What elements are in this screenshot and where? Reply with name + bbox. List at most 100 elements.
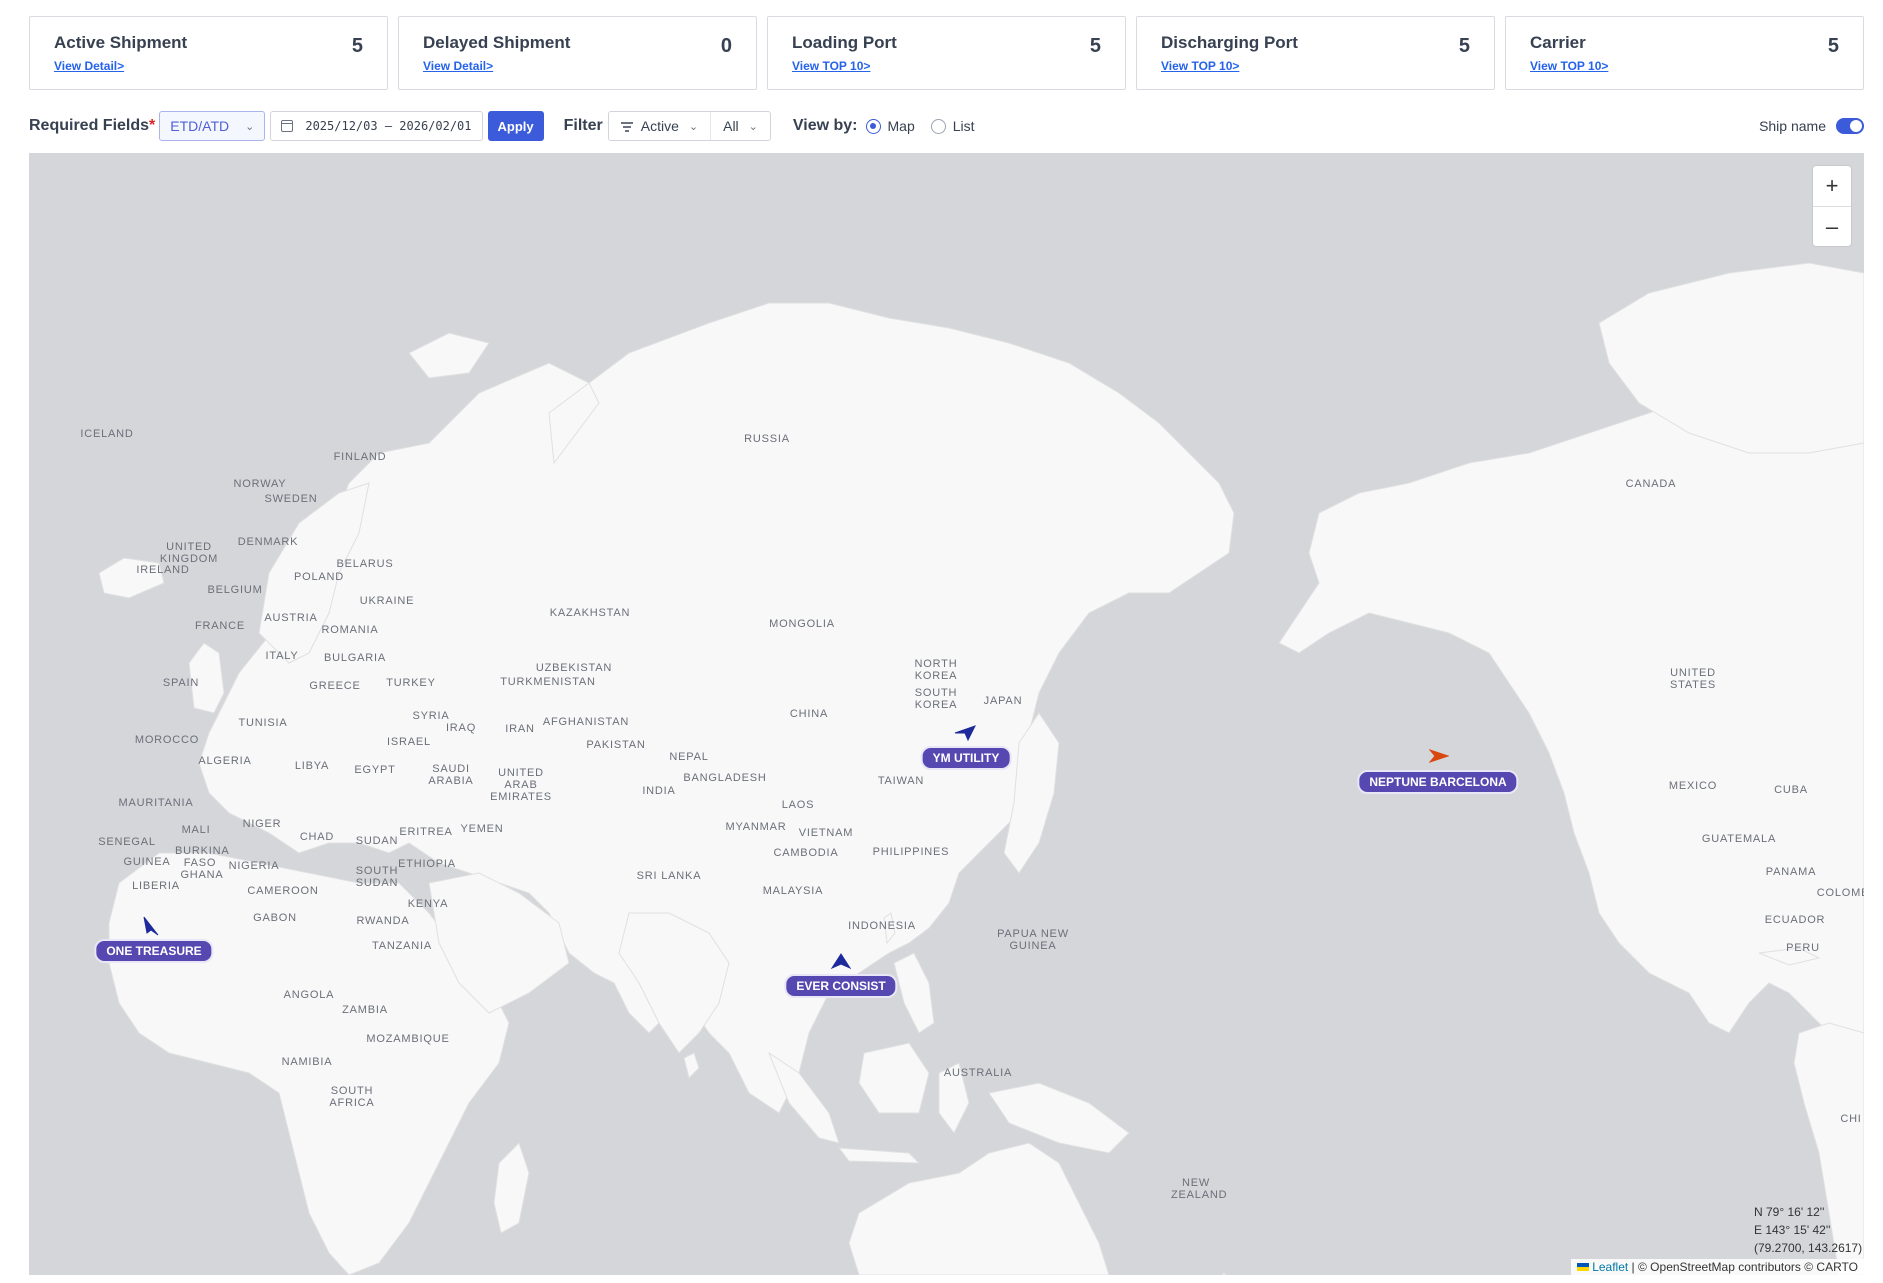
ship-label-ever-consist[interactable]: EVER CONSIST — [784, 974, 898, 998]
card-discharging-port: Discharging Port View TOP 10> 5 — [1136, 16, 1495, 90]
scope-filter-value: All — [723, 118, 739, 134]
map-label: ZAMBIA — [342, 1004, 388, 1016]
ship-name-toggle-group: Ship name — [1759, 118, 1864, 134]
map-label: JAPAN — [983, 695, 1023, 707]
map-label: PANAMA — [1765, 866, 1817, 878]
map-label: CHI — [1840, 1113, 1862, 1125]
status-filter-value: Active — [640, 118, 679, 134]
filter-group: Active ⌄ All ⌄ — [607, 111, 771, 141]
filter-icon — [620, 121, 633, 132]
ship-arrow-icon[interactable] — [1429, 749, 1449, 763]
map-label: SUDAN — [355, 835, 399, 847]
map-label: AUSTRIA — [264, 612, 318, 624]
card-loading-port: Loading Port View TOP 10> 5 — [767, 16, 1126, 90]
land-arctic-islands — [408, 332, 490, 379]
ship-label-ym-utility[interactable]: YM UTILITY — [920, 746, 1012, 770]
date-type-select[interactable]: ETD/ATD ⌄ — [159, 111, 266, 141]
map-label: UKRAINE — [359, 595, 415, 607]
view-top10-link[interactable]: View TOP 10> — [792, 59, 1101, 73]
chevron-down-icon: ⌄ — [688, 120, 699, 133]
scope-filter-select[interactable]: All ⌄ — [710, 112, 770, 140]
filter-label: Filter — [563, 117, 603, 134]
card-count: 0 — [720, 35, 732, 57]
map-label: GUATEMALA — [1701, 833, 1777, 845]
map-view[interactable]: + – RUSSIA CANADA ICELAND FINLAND NORWAY… — [29, 153, 1864, 1275]
map-label: CUBA — [1774, 784, 1808, 796]
map-label: GREECE — [309, 680, 361, 692]
view-detail-link[interactable]: View Detail> — [54, 59, 363, 73]
map-label: PAKISTAN — [586, 739, 646, 751]
ship-name-label: Ship name — [1759, 118, 1826, 134]
map-label: SAUDI ARABIA — [428, 763, 474, 787]
view-list-label: List — [952, 118, 975, 134]
map-label: TUNISIA — [238, 717, 288, 729]
view-list-radio[interactable]: List — [930, 118, 975, 134]
map-label: GABON — [253, 912, 297, 924]
map-label: UNITED ARAB EMIRATES — [490, 767, 552, 803]
zoom-out-button[interactable]: – — [1813, 206, 1851, 246]
card-title: Loading Port — [792, 33, 897, 52]
map-label: NAMIBIA — [281, 1056, 333, 1068]
map-label: BELARUS — [336, 558, 394, 570]
map-label: BURKINA FASO — [175, 845, 230, 869]
land-north-america — [1278, 382, 1864, 1034]
map-label: AFGHANISTAN — [542, 716, 630, 728]
map-label: DENMARK — [237, 536, 299, 548]
map-label: KAZAKHSTAN — [549, 607, 631, 619]
map-label: ETHIOPIA — [398, 858, 456, 870]
land-philippines — [893, 952, 935, 1034]
map-label: BANGLADESH — [683, 772, 767, 784]
map-label: YEMEN — [460, 823, 504, 835]
map-label: SOUTH AFRICA — [329, 1085, 375, 1109]
coord-lat: N 79° 16' 12'' — [1754, 1205, 1825, 1219]
view-top10-link[interactable]: View TOP 10> — [1161, 59, 1470, 73]
view-map-label: Map — [887, 118, 915, 134]
date-range-picker[interactable]: 2025/12/03 – 2026/02/01 — [270, 111, 483, 141]
map-label: SYRIA — [412, 710, 450, 722]
leaflet-link[interactable]: Leaflet — [1592, 1260, 1628, 1274]
coord-lon: E 143° 15' 42'' — [1754, 1223, 1831, 1237]
map-land-layer — [98, 262, 1864, 1275]
filter-toolbar: Required Fields* ETD/ATD ⌄ 2025/12/03 – … — [29, 110, 1864, 142]
view-top10-link[interactable]: View TOP 10> — [1530, 59, 1839, 73]
card-delayed-shipment: Delayed Shipment View Detail> 0 — [398, 16, 757, 90]
map-label: UZBEKISTAN — [535, 662, 613, 674]
map-label: SOUTH SUDAN — [355, 865, 399, 889]
map-label: MOROCCO — [134, 734, 200, 746]
map-attribution: Leaflet | © OpenStreetMap contributors ©… — [1571, 1259, 1864, 1275]
map-label: RUSSIA — [744, 433, 790, 445]
ship-arrow-icon[interactable] — [831, 953, 851, 969]
ship-name-switch[interactable] — [1836, 118, 1864, 134]
map-label: LAOS — [781, 799, 815, 811]
land-java — [837, 1147, 921, 1164]
calendar-icon — [281, 120, 294, 132]
map-label: MOZAMBIQUE — [366, 1033, 450, 1045]
map-label: IRELAND — [136, 564, 190, 576]
map-label: SOUTH KOREA — [914, 687, 958, 711]
coord-decimal: (79.2700, 143.2617) — [1754, 1241, 1863, 1255]
map-label: LIBYA — [294, 760, 330, 772]
map-label: ROMANIA — [321, 624, 379, 636]
view-detail-link[interactable]: View Detail> — [423, 59, 732, 73]
map-label: IRAN — [505, 723, 535, 735]
ship-arrow-icon[interactable] — [954, 725, 976, 741]
map-label: ISRAEL — [387, 736, 431, 748]
zoom-in-button[interactable]: + — [1813, 166, 1851, 206]
map-label: PHILIPPINES — [872, 846, 950, 858]
radio-selected-icon — [865, 118, 881, 134]
map-label: NEW ZEALAND — [1171, 1177, 1228, 1201]
map-label: RWANDA — [356, 915, 410, 927]
map-label: CHINA — [789, 708, 829, 720]
ship-label-neptune-barcelona[interactable]: NEPTUNE BARCELONA — [1357, 770, 1519, 794]
map-label: SWEDEN — [264, 493, 318, 505]
map-label: EGYPT — [354, 764, 396, 776]
map-label: CANADA — [1625, 478, 1677, 490]
ship-label-one-treasure[interactable]: ONE TREASURE — [94, 939, 214, 963]
map-label: BULGARIA — [323, 652, 387, 664]
ship-arrow-icon[interactable] — [143, 916, 159, 936]
status-filter-select[interactable]: Active ⌄ — [609, 112, 710, 140]
map-label: TANZANIA — [372, 940, 432, 952]
view-map-radio[interactable]: Map — [865, 118, 915, 134]
summary-cards: Active Shipment View Detail> 5 Delayed S… — [29, 16, 1864, 90]
apply-button[interactable]: Apply — [487, 111, 544, 141]
